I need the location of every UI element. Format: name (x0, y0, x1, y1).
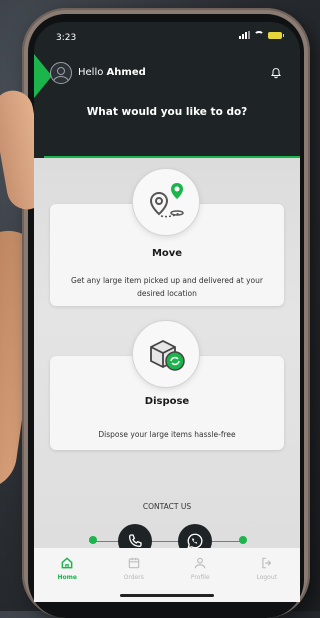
prompt-question: What would you like to do? (86, 106, 248, 118)
home-icon (61, 557, 73, 569)
nav-logout-label: Logout (256, 574, 278, 581)
battery-icon (268, 31, 284, 39)
content-area: Move Get any large item picked up and de… (34, 158, 300, 558)
nav-home[interactable]: Home (40, 556, 94, 581)
signal-icon (239, 31, 250, 39)
accent-flag (34, 54, 52, 98)
connector-dot-right (239, 536, 247, 544)
logout-icon (262, 557, 272, 569)
nav-orders[interactable]: Orders (107, 556, 161, 581)
dispose-description: Dispose your large items hassle-free (98, 430, 236, 439)
location-pins-icon[interactable] (132, 168, 200, 236)
nav-orders-label: Orders (123, 574, 144, 581)
phone-icon (128, 534, 142, 548)
wifi-icon (254, 31, 264, 39)
move-title: Move (151, 248, 183, 259)
dispose-title: Dispose (144, 396, 190, 407)
nav-logout[interactable]: Logout (240, 556, 294, 581)
profile-icon (195, 557, 206, 569)
greeting-prefix: Hello (78, 67, 104, 78)
status-time: 3:23 (56, 33, 77, 43)
move-description: Get any large item picked up and deliver… (71, 276, 263, 298)
user-name: Ahmed (106, 67, 146, 78)
nav-profile[interactable]: Profile (173, 556, 227, 581)
contact-label: CONTACT US (142, 502, 192, 511)
nav-home-label: Home (57, 574, 77, 581)
status-icons (239, 31, 284, 39)
connector-dot-left (89, 536, 97, 544)
greeting: Hello Ahmed (78, 67, 146, 78)
avatar[interactable] (50, 62, 72, 84)
recycle-box-icon[interactable] (132, 320, 200, 388)
orders-icon (128, 557, 139, 569)
contact-connector (89, 541, 244, 542)
app-header: 3:23 Hello Ahmed What would you like to … (34, 22, 300, 154)
app-screen: 3:23 Hello Ahmed What would you like to … (34, 22, 300, 602)
nav-profile-label: Profile (190, 574, 210, 581)
bell-icon[interactable] (270, 67, 282, 79)
home-indicator (120, 594, 214, 597)
